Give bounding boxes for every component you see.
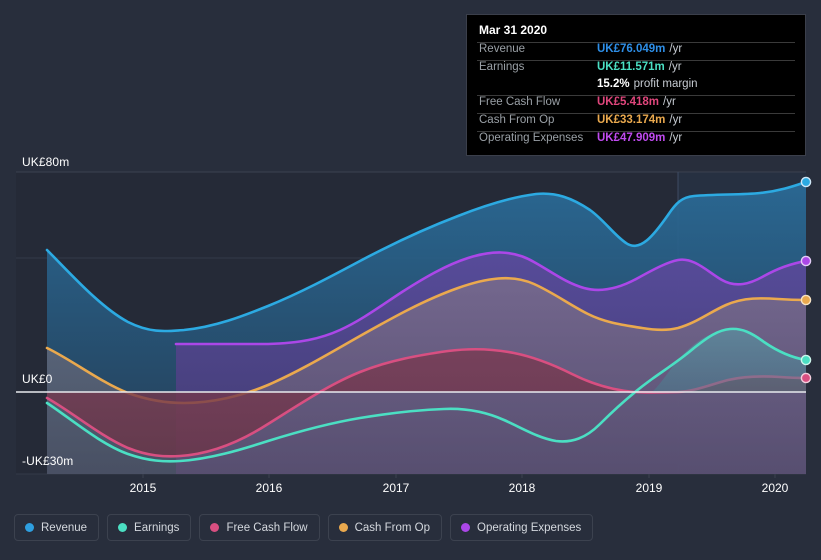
x-axis-label-2018: 2018: [508, 481, 536, 495]
legend-dot-cash-from-op-icon: [338, 523, 348, 532]
x-axis-label-2016: 2016: [255, 481, 283, 495]
x-axis-label-2020: 2020: [761, 481, 789, 495]
legend-item-cash-from-op[interactable]: Cash From Op: [327, 514, 443, 541]
tooltip-row-earnings: Earnings UK£11.571m /yr: [477, 60, 795, 78]
financial-performance-chart: UK£80m UK£0 -UK£30m 2015 2016 2017 2018 …: [0, 0, 821, 560]
tooltip-unit-profit-margin: profit margin: [633, 78, 698, 90]
x-axis-label-2017: 2017: [382, 481, 410, 495]
tooltip-unit-operating-expenses: /yr: [669, 132, 683, 144]
tooltip-value-profit-margin: 15.2%: [597, 78, 630, 90]
tooltip-unit-revenue: /yr: [669, 43, 683, 55]
legend-item-free-cash-flow[interactable]: Free Cash Flow: [199, 514, 320, 541]
x-axis-label-2019: 2019: [635, 481, 663, 495]
legend-label-revenue: Revenue: [41, 521, 88, 534]
y-axis-label-bottom: -UK£30m: [22, 454, 74, 468]
tooltip-value-earnings: UK£11.571m: [597, 61, 665, 73]
tooltip-label-cash-from-op: Cash From Op: [479, 114, 555, 126]
legend-dot-earnings-icon: [118, 523, 128, 532]
tooltip-unit-cash-from-op: /yr: [669, 114, 683, 126]
x-axis-label-2015: 2015: [129, 481, 157, 495]
tooltip-date-title: Mar 31 2020: [479, 23, 548, 37]
tooltip-unit-earnings: /yr: [668, 61, 682, 73]
tooltip-row-operating-expenses: Operating Expenses UK£47.909m /yr: [477, 131, 795, 149]
y-axis-label-zero: UK£0: [22, 372, 53, 386]
legend-label-operating-expenses: Operating Expenses: [477, 521, 582, 534]
tooltip-label-revenue: Revenue: [479, 43, 526, 55]
tooltip-label-earnings: Earnings: [479, 61, 525, 73]
y-axis-label-top: UK£80m: [22, 155, 70, 169]
tooltip-unit-free-cash-flow: /yr: [663, 96, 676, 108]
tooltip-value-revenue: UK£76.049m: [597, 43, 666, 55]
tooltip-value-free-cash-flow: UK£5.418m: [597, 96, 660, 108]
legend-item-revenue[interactable]: Revenue: [14, 514, 100, 541]
tooltip-row-revenue: Revenue UK£76.049m /yr: [477, 42, 795, 60]
legend-dot-free-cash-flow-icon: [210, 523, 220, 532]
legend-dot-revenue-icon: [25, 523, 34, 532]
tooltip-value-operating-expenses: UK£47.909m: [597, 132, 666, 144]
tooltip-row-cash-from-op: Cash From Op UK£33.174m /yr: [477, 113, 795, 131]
data-point-tooltip: Mar 31 2020 Revenue UK£76.049m /yr Earni…: [466, 14, 806, 156]
tooltip-label-operating-expenses: Operating Expenses: [479, 132, 584, 144]
legend-dot-operating-expenses-icon: [461, 523, 471, 532]
legend-label-free-cash-flow: Free Cash Flow: [226, 521, 308, 534]
chart-legend: Revenue Earnings Free Cash Flow Cash Fro…: [14, 514, 594, 541]
tooltip-value-cash-from-op: UK£33.174m: [597, 114, 666, 126]
tooltip-row-profit-margin: 15.2% profit margin: [477, 78, 795, 95]
tooltip-row-free-cash-flow: Free Cash Flow UK£5.418m /yr: [477, 95, 795, 113]
legend-item-operating-expenses[interactable]: Operating Expenses: [450, 514, 594, 541]
legend-item-earnings[interactable]: Earnings: [107, 514, 192, 541]
legend-label-earnings: Earnings: [134, 521, 180, 534]
tooltip-label-free-cash-flow: Free Cash Flow: [479, 96, 561, 108]
legend-label-cash-from-op: Cash From Op: [354, 521, 431, 534]
